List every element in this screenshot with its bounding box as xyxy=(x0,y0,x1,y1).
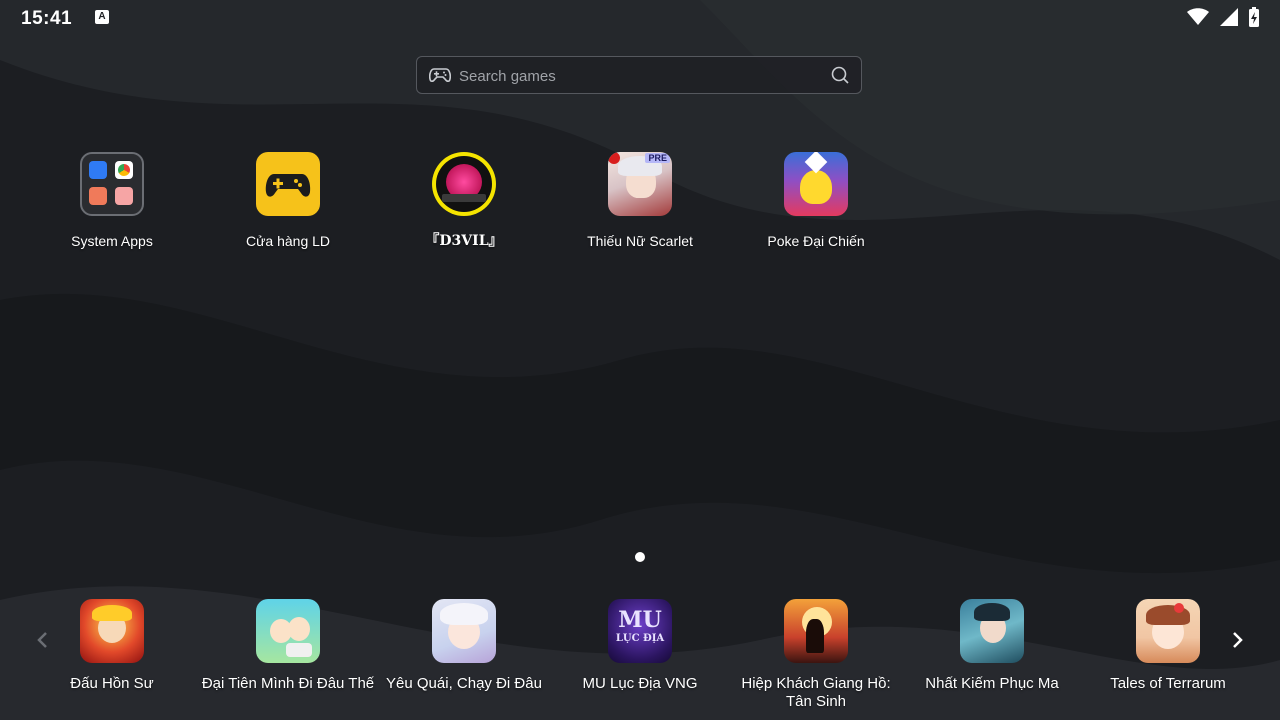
search-icon[interactable] xyxy=(831,66,849,84)
dai-tien-minh-icon xyxy=(256,599,320,663)
mu-luc-dia-icon: MU LỤC ĐỊA xyxy=(608,599,672,663)
app-label: MU Lục Địa VNG xyxy=(582,675,698,692)
search-bar[interactable] xyxy=(416,56,862,95)
dock-app-hiep-khach[interactable]: Hiệp Khách Giang Hồ: Tân Sinh xyxy=(728,599,904,711)
app-ld-store[interactable]: Cửa hàng LD xyxy=(200,152,376,250)
dock-app-nhat-kiem[interactable]: Nhất Kiếm Phục Ma xyxy=(904,599,1080,693)
folder-icon xyxy=(80,152,144,216)
gamepad-icon xyxy=(429,68,451,83)
app-label: System Apps xyxy=(71,233,153,249)
dock-app-mu-luc-dia[interactable]: MU LỤC ĐỊA MU Lục Địa VNG xyxy=(552,599,728,693)
app-poke-dai-chien[interactable]: Poke Đại Chiến xyxy=(728,152,904,250)
app-label: Poke Đại Chiến xyxy=(767,233,865,249)
hiep-khach-icon xyxy=(784,599,848,663)
app-system-apps[interactable]: System Apps xyxy=(24,152,200,250)
yeu-quai-icon xyxy=(432,599,496,663)
status-clock: 15:41 xyxy=(21,8,73,29)
devil-logo-icon xyxy=(432,152,496,216)
page-indicator-dot[interactable] xyxy=(635,552,645,562)
store-gamepad-icon xyxy=(256,152,320,216)
system-icons xyxy=(1181,7,1260,29)
app-label: Cửa hàng LD xyxy=(245,233,331,249)
dock-app-dai-tien-minh[interactable]: Đại Tiên Mình Đi Đâu Thế xyxy=(200,599,376,693)
keyboard-icon: A xyxy=(95,10,109,24)
app-label: Đấu Hồn Sư xyxy=(70,675,154,692)
wifi-icon xyxy=(1187,8,1210,25)
tales-of-terrarum-icon xyxy=(1136,599,1200,663)
app-label: Thiếu Nữ Scarlet xyxy=(587,233,693,249)
poke-game-icon xyxy=(784,152,848,216)
dau-hon-su-icon xyxy=(80,599,144,663)
search-input[interactable] xyxy=(457,57,831,95)
signal-icon xyxy=(1219,8,1238,26)
status-bar: 15:41 A xyxy=(0,0,1280,36)
dock-app-yeu-quai[interactable]: Yêu Quái, Chạy Đi Đâu xyxy=(376,599,552,693)
app-label: Tales of Terrarum xyxy=(1110,675,1226,692)
dock-app-dau-hon-su[interactable]: Đấu Hồn Sư xyxy=(24,599,200,693)
app-label: Hiệp Khách Giang Hồ: Tân Sinh xyxy=(741,675,891,710)
app-label: Nhất Kiếm Phục Ma xyxy=(925,675,1059,692)
nhat-kiem-icon xyxy=(960,599,1024,663)
app-d3vil[interactable]: 『D3VIL』 xyxy=(376,152,552,250)
app-thieu-nu-scarlet[interactable]: PRE Thiếu Nữ Scarlet xyxy=(552,152,728,250)
battery-charging-icon xyxy=(1249,7,1259,27)
pre-badge: PRE xyxy=(645,153,670,163)
app-label: Yêu Quái, Chạy Đi Đâu xyxy=(386,675,542,692)
app-label: 『D3VIL』 xyxy=(425,233,503,249)
app-label: Đại Tiên Mình Đi Đâu Thế xyxy=(201,675,375,692)
scarlet-game-icon: PRE xyxy=(608,152,672,216)
dock-app-tales-of-terrarum[interactable]: Tales of Terrarum xyxy=(1080,599,1256,693)
